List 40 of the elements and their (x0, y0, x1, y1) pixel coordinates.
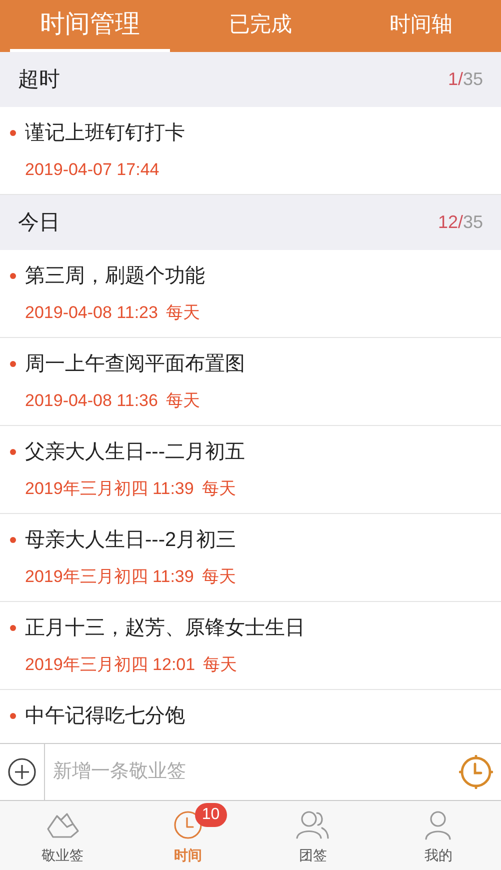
person-icon (423, 810, 454, 840)
task-date: 2019年三月初四 11:39 (25, 566, 194, 588)
task-date: 2019年三月初四 12:01 (25, 654, 196, 676)
task-title: 第三周，刷题个功能 (25, 264, 206, 289)
folded-paper-icon (44, 811, 81, 839)
task-item[interactable]: 第三周，刷题个功能 2019-04-08 11:23 每天 (0, 250, 501, 338)
nav-item[interactable]: 我的 (376, 801, 501, 870)
task-item[interactable]: 谨记上班钉钉打卡 2019-04-07 17:44 (0, 107, 501, 195)
people-icon (295, 810, 332, 840)
repeat-label: 每天 (202, 478, 236, 500)
task-item[interactable]: 周一上午查阅平面布置图 2019-04-08 11:36 每天 (0, 338, 501, 426)
repeat-label: 每天 (202, 566, 236, 588)
task-title: 母亲大人生日---2月初三 (25, 528, 238, 553)
repeat-label: 每天 (203, 654, 238, 676)
task-date: 2019年三月初四 11:39 (25, 478, 194, 500)
task-title: 父亲大人生日---二月初五 (25, 440, 246, 465)
task-title: 谨记上班钉钉打卡 (25, 121, 186, 146)
task-date: 2019-04-07 17:44 (25, 159, 160, 181)
task-title: 中午记得吃七分饱 (25, 704, 186, 729)
section-title: 超时 (18, 66, 60, 93)
task-item[interactable]: 父亲大人生日---二月初五 2019年三月初四 11:39 每天 (0, 426, 501, 514)
repeat-label: 每天 (166, 302, 200, 324)
task-date: 2019-04-08 11:36 (25, 390, 158, 412)
task-date: 2019-04-08 11:23 (25, 302, 158, 324)
clock-icon[interactable] (459, 755, 493, 789)
repeat-label: 每天 (166, 390, 200, 412)
nav-item[interactable]: 团签 (250, 801, 376, 870)
section-count: 12/35 (438, 211, 483, 234)
nav-item[interactable]: 敬业签 (0, 801, 126, 870)
section-count: 1/35 (448, 68, 483, 91)
clock-icon (172, 810, 203, 840)
task-item[interactable]: 母亲大人生日---2月初三 2019年三月初四 11:39 每天 (0, 514, 501, 602)
task-title: 周一上午查阅平面布置图 (25, 352, 246, 377)
nav-item[interactable]: 10 时间 (125, 801, 250, 870)
badge: 10 (194, 803, 227, 827)
section-title: 今日 (18, 210, 60, 236)
task-item[interactable]: 正月十三，赵芳、原锋女士生日 2019年三月初四 12:01 每天 (0, 602, 501, 690)
add-icon[interactable] (7, 757, 37, 787)
new-note-field[interactable]: 新增一条敬业签 (45, 743, 459, 801)
task-title: 正月十三，赵芳、原锋女士生日 (25, 616, 306, 641)
